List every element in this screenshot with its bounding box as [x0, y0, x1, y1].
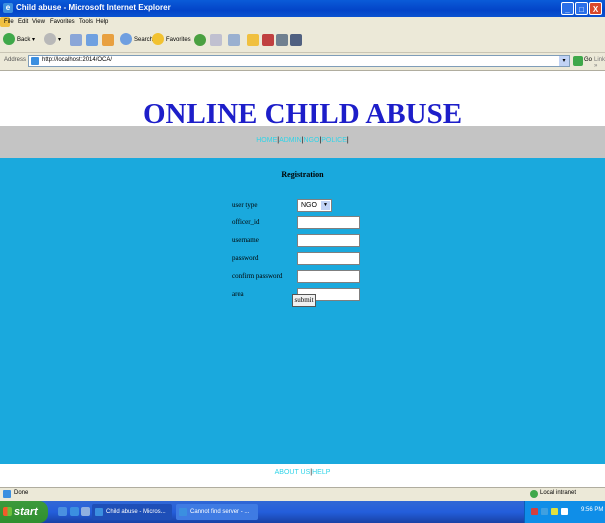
site-header: ONLINE CHILD ABUSE [0, 71, 605, 130]
search-button[interactable]: Search [120, 33, 153, 47]
user-type-value: NGO [301, 202, 317, 209]
quick-launch-desktop-icon[interactable] [58, 507, 67, 516]
page-icon [31, 57, 39, 65]
password-field[interactable] [297, 252, 360, 265]
print-icon[interactable] [228, 34, 240, 46]
ie-logo-icon: e [3, 3, 13, 13]
security-zone: Local intranet [540, 490, 577, 496]
links-button[interactable]: Links » [594, 57, 605, 69]
address-input[interactable]: http://localhost:2014/OCA/ ▾ [28, 55, 570, 67]
menu-favorites[interactable]: Favorites [50, 19, 75, 25]
user-type-label: user type [232, 201, 258, 209]
home-icon[interactable] [102, 34, 114, 46]
taskbar-item-child-abuse[interactable]: Child abuse - Micros... [92, 504, 172, 520]
history-icon[interactable] [194, 34, 206, 46]
about-us-link[interactable]: ABOUT US [275, 469, 311, 476]
username-row: username [0, 234, 605, 248]
registration-title: Registration [281, 170, 324, 179]
stop-icon[interactable] [70, 34, 82, 46]
back-arrow-icon [3, 33, 15, 46]
page-content: ONLINE CHILD ABUSE HOME|ADMIN|NGO|POLICE… [0, 71, 605, 487]
officer-id-row: officer_id [0, 216, 605, 230]
site-footer: ABOUT US|HELP [0, 464, 605, 487]
start-button[interactable]: start [0, 501, 48, 523]
back-button[interactable]: Back ▾ [3, 33, 35, 47]
officer-id-label: officer_id [232, 218, 260, 226]
menu-edit[interactable]: Edit [18, 19, 28, 25]
nav-police-link[interactable]: POLICE [321, 137, 347, 144]
menu-file[interactable]: File [4, 19, 14, 25]
nav-ngo-link[interactable]: NGO [303, 137, 319, 144]
username-label: username [232, 236, 259, 244]
search-icon [120, 33, 132, 46]
address-label: Address [4, 57, 27, 63]
help-link[interactable]: HELP [312, 469, 330, 476]
menu-help[interactable]: Help [96, 19, 108, 25]
submit-button[interactable]: submit [292, 294, 316, 307]
nav-strip: HOME|ADMIN|NGO|POLICE| [0, 126, 605, 158]
username-field[interactable] [297, 234, 360, 247]
ie-task-icon [95, 508, 103, 516]
tray-network-icon[interactable] [541, 508, 548, 515]
user-type-row: user type NGO ▼ [0, 199, 605, 213]
quick-launch-media-icon[interactable] [81, 507, 90, 516]
forward-arrow-icon [44, 33, 56, 46]
forward-button[interactable]: ▾ [44, 33, 61, 47]
close-button[interactable]: X [589, 2, 602, 15]
address-dropdown-icon[interactable]: ▾ [559, 56, 569, 66]
refresh-icon[interactable] [86, 34, 98, 46]
windows-logo-icon [3, 507, 12, 516]
area-label: area [232, 290, 244, 298]
clock: 9:56 PM [581, 507, 604, 513]
address-bar: Address http://localhost:2014/OCA/ ▾ Go … [0, 53, 605, 71]
confirm-password-field[interactable] [297, 270, 360, 283]
confirm-password-label: confirm password [232, 272, 283, 280]
taskbar-item-cannot-find-server[interactable]: Cannot find server - ... [176, 504, 258, 520]
favorites-button[interactable]: Favorites [152, 33, 191, 47]
address-url: http://localhost:2014/OCA/ [42, 57, 113, 63]
status-text: Done [14, 490, 29, 496]
page-done-icon [3, 490, 11, 498]
window-title: Child abuse - Microsoft Internet Explore… [16, 3, 171, 12]
taskbar: start Child abuse - Micros... Cannot fin… [0, 501, 605, 523]
tray-info-icon[interactable] [561, 508, 568, 515]
go-button[interactable]: Go [584, 57, 592, 63]
minimize-button[interactable]: _ [561, 2, 574, 15]
confirm-password-row: confirm password [0, 270, 605, 284]
go-arrow-icon[interactable] [573, 56, 583, 66]
ie-task-icon [179, 508, 187, 516]
password-row: password [0, 252, 605, 266]
quick-launch-ie-icon[interactable] [70, 507, 79, 516]
password-label: password [232, 254, 259, 262]
site-title: ONLINE CHILD ABUSE [142, 98, 463, 130]
nav-home-link[interactable]: HOME [256, 137, 277, 144]
toolbar: Back ▾ ▾ Search Favorites [0, 29, 605, 53]
nav-admin-link[interactable]: ADMIN [279, 137, 302, 144]
tools-icon[interactable] [290, 34, 302, 46]
footer-links: ABOUT US|HELP [274, 469, 331, 476]
system-tray: 9:56 PM [524, 501, 605, 523]
status-bar: Done Local intranet [0, 487, 605, 501]
title-bar: e Child abuse - Microsoft Internet Explo… [0, 0, 605, 17]
nav-links: HOME|ADMIN|NGO|POLICE| [256, 137, 349, 144]
user-type-select[interactable]: NGO ▼ [297, 199, 332, 212]
chevron-down-icon: ▼ [321, 201, 330, 210]
menu-tools[interactable]: Tools [79, 19, 93, 25]
registration-panel: Registration user type NGO ▼ officer_id … [0, 158, 605, 464]
research-icon[interactable] [262, 34, 274, 46]
tray-security-icon[interactable] [531, 508, 538, 515]
menu-view[interactable]: View [32, 19, 45, 25]
maximize-button[interactable]: □ [575, 2, 588, 15]
tray-volume-icon[interactable] [551, 508, 558, 515]
folder-icon[interactable] [247, 34, 259, 46]
messenger-icon[interactable] [276, 34, 288, 46]
mail-icon[interactable] [210, 34, 222, 46]
local-intranet-icon [530, 490, 538, 498]
browser-window: e Child abuse - Microsoft Internet Explo… [0, 0, 605, 523]
officer-id-field[interactable] [297, 216, 360, 229]
favorites-star-icon [152, 33, 164, 46]
